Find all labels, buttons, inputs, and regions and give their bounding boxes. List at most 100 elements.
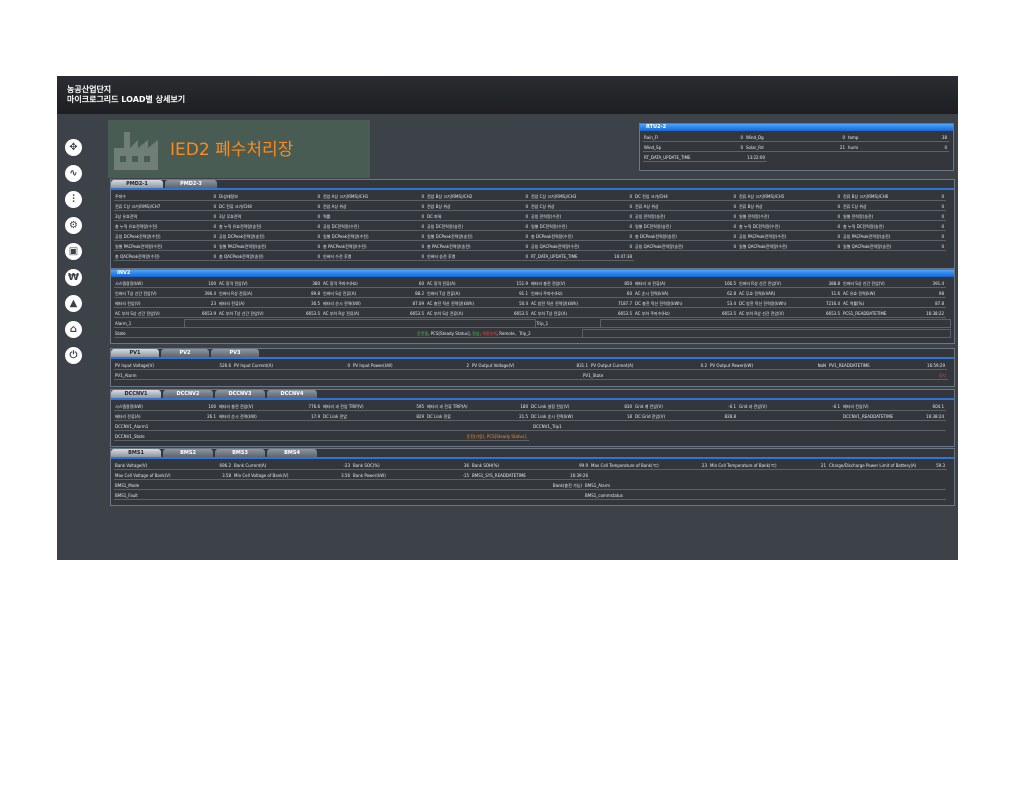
cell-value: 38 xyxy=(941,135,947,140)
cell-value: 16:38:22 xyxy=(926,311,944,316)
data-cell: 전류 A상 위상 0 xyxy=(634,202,738,211)
grid-row: RT_DATA_UPDATE_TIME 13:22:00 xyxy=(643,153,950,162)
cell-label: Grid 계 전압(V) xyxy=(635,404,663,409)
grid-row: 일별 PACPeak전력량(수전) 0 일별 PACPeak전력량(송전) 0 총 PA… xyxy=(114,242,951,251)
cell-label: 일별 DCPeak전력량(수전) xyxy=(323,234,369,239)
cell-label: 일별 전력량(수전) xyxy=(739,214,770,219)
data-cell: DC 전류 크기/CH8 0 xyxy=(218,202,322,211)
data-cell: 인버터 T상 전류(A) 91.1 xyxy=(426,289,530,298)
tab-dccnv4[interactable]: DCCNV4 xyxy=(267,390,317,398)
tab-pmd2-1[interactable]: PMD2-1 xyxy=(111,180,163,188)
inv-trip1-label: Trip_1 xyxy=(535,319,600,328)
grid-row: 인버터 T상 선간 전압(V) 396.4 인버터 R상 전류(A) 89.8 인버터 … xyxy=(114,289,951,298)
power-icon[interactable]: ⏻ xyxy=(65,347,82,364)
data-cell: AC 순시 전력(kVA) 62.8 xyxy=(634,289,738,298)
chart-bar-icon[interactable]: ▲ xyxy=(65,295,82,312)
sliders-icon[interactable]: ⫶ xyxy=(65,191,82,208)
data-cell: PV Input Power(kW) 2 xyxy=(352,361,471,370)
monitor-icon[interactable]: ▣ xyxy=(65,243,82,260)
grid-row: 주파수 0 Di상태정보 0 전압 A상 크기(RMS)/CH1 0 전압 B상 크기(RM… xyxy=(114,192,951,201)
tab-pv2[interactable]: PV2 xyxy=(161,349,209,357)
tab-bms3[interactable]: BMS3 xyxy=(215,449,265,457)
pmd-tabs: PMD2-1 PMD2-3 xyxy=(111,180,954,188)
data-cell: DC 파워 0 xyxy=(426,212,530,221)
data-cell: 인버터 S상 전류(A) 88.2 xyxy=(322,289,426,298)
tab-pv3[interactable]: PV3 xyxy=(211,349,259,357)
gamepad-icon[interactable]: ✥ xyxy=(65,139,82,156)
tab-dccnv3[interactable]: DCCNV3 xyxy=(215,390,265,398)
data-cell: AC 충전 적산 전력량(kWh) 50.4 xyxy=(426,299,530,308)
data-cell: 배터리 충전 전압(V) 850 xyxy=(530,279,634,288)
state-part: , Remote, xyxy=(496,331,516,336)
cell-label: 전압 B상 위상 xyxy=(427,204,451,209)
cell-label: 공칭 PACPeak전력량(수전) xyxy=(739,234,787,239)
data-cell: AC 정격 전압(V) 380 xyxy=(218,279,322,288)
cell-value: 776.6 xyxy=(308,404,320,409)
inv-alarm-value-text xyxy=(185,320,535,327)
data-cell: DC Link 설정 전압(V) 830 xyxy=(530,402,634,411)
cell-value: 16:38:24 xyxy=(926,414,944,419)
gear-icon[interactable]: ⚙ xyxy=(65,217,82,234)
tab-bms4[interactable]: BMS4 xyxy=(267,449,317,457)
tab-bms1[interactable]: BMS1 xyxy=(111,449,161,457)
data-cell: RT_DATA_UPDATE_TIME 13:22:00 xyxy=(643,153,767,162)
cell-value: 60 xyxy=(626,291,632,296)
data-cell: AC 유효 전력(kW) 98 xyxy=(842,289,946,298)
data-cell: 3상 유효전력 0 xyxy=(114,212,218,221)
tab-pmd2-3[interactable]: PMD2-3 xyxy=(165,180,217,188)
data-cell: 총 PACPeak전력량(송전) 0 xyxy=(426,242,530,251)
data-cell: 총 누적 유효전력량(수전) 0 xyxy=(114,222,218,231)
cell-label: AC 부하 R상 선간 전압(V) xyxy=(739,311,784,316)
cell-label: AC 부하 S상 전류(A) xyxy=(427,311,464,316)
cell-label: PV Input Voltage(V) xyxy=(115,363,154,368)
data-cell: 총 QACPeak전력량(송전) 0 xyxy=(218,252,322,261)
dccnv-state-text: 운전(가동), PCS[Steady Status], xyxy=(466,434,527,439)
data-cell: DC Grid 전압(V) 828.8 xyxy=(634,412,738,421)
tab-pv1[interactable]: PV1 xyxy=(111,349,159,357)
pv-panel: PV1 PV2 PV3 PV Input Voltage(V) 526.6 PV Inp… xyxy=(110,348,955,387)
cell-value: 0 xyxy=(941,224,944,229)
grid-row: 3상 유효전력 0 3상 무효전력 0 역률 0 DC 파워 0 공칭 전력량(수전) 0 공칭 전… xyxy=(114,212,951,221)
data-cell: 일별 DC전력량(송전) 0 xyxy=(634,222,738,231)
dccnv-tabs: DCCNV1 DCCNV2 DCCNV3 DCCNV4 xyxy=(111,390,954,398)
cell-value: 50.4 xyxy=(519,301,528,306)
data-cell: Max Cell Voltage of Bank(V) 3.58 xyxy=(114,471,233,480)
pv-alarm-text: PV1_Alarm xyxy=(115,373,137,378)
grid-row: AC 부하 S상 선간 전압(V) 6653.9 AC 부하 T상 선간 전압(V)… xyxy=(114,309,951,318)
cell-label: 총 누적 유효전력량(수전) xyxy=(115,224,158,229)
cell-label: 총 누적 DC전력량(송전) xyxy=(843,224,884,229)
cell-value: 7187.7 xyxy=(618,301,632,306)
dccnv-state-label: DCCNV1_State xyxy=(114,432,184,441)
tab-dccnv2[interactable]: DCCNV2 xyxy=(163,390,213,398)
tab-dccnv1[interactable]: DCCNV1 xyxy=(111,390,161,398)
inv-trip1-label-text: Trip_1 xyxy=(536,321,549,326)
cell-label: 일별 PACPeak전력량(송전) xyxy=(219,244,267,249)
cell-label: AC 정격 전압(V) xyxy=(219,281,248,286)
cell-label: 공칭 전력량(송전) xyxy=(635,214,666,219)
cell-value: 3.56 xyxy=(341,473,350,478)
won-currency-icon[interactable]: ₩ xyxy=(65,269,82,286)
tab-bms2[interactable]: BMS2 xyxy=(163,449,213,457)
pv-tabs: PV1 PV2 PV3 xyxy=(111,349,954,357)
grid-row: BMS1_Fault BMS1_commstatus xyxy=(114,491,951,500)
cell-label: AC 부하 T상 전류(A) xyxy=(531,311,567,316)
grid-row: Bank Voltage(V) 696.2 Bank Current(A) -23 Ba… xyxy=(114,461,951,470)
cell-label: RT_DATA_UPDATE_TIME xyxy=(644,155,691,160)
data-cell: PV1_READDATETIME 16:59:29 xyxy=(828,361,947,370)
pv-state-text: 정지 xyxy=(938,373,946,378)
data-cell: PV Output Power(kW) NaN xyxy=(709,361,828,370)
data-cell: RT_DATA_UPDATE_TIME 16:47:38 xyxy=(530,252,634,261)
data-cell: 일별 PACPeak전력량(송전) 0 xyxy=(218,242,322,251)
cell-value: 830 xyxy=(624,404,632,409)
pmd-grid: 주파수 0 Di상태정보 0 전압 A상 크기(RMS)/CH1 0 전압 B상 크기(RM… xyxy=(111,190,954,264)
factory-icon[interactable]: ⌂ xyxy=(65,321,82,338)
grid-row: Max Cell Voltage of Bank(V) 3.58 Min Cell … xyxy=(114,471,951,480)
data-cell: Wind_Dg 0 xyxy=(745,133,847,142)
cell-label: AC 충전 적산 전력량(kWh) xyxy=(427,301,474,306)
cell-label: 총 PACPeak전력량(송전) xyxy=(427,244,471,249)
data-cell: 공칭 전력량(송전) 0 xyxy=(634,212,738,221)
sidebar: ✥ ∿ ⫶ ⚙ ▣ ₩ ▲ ⌂ ⏻ xyxy=(65,139,85,373)
chart-line-icon[interactable]: ∿ xyxy=(65,165,82,182)
pv-state-label-text: PV1_State xyxy=(583,373,604,378)
data-cell: AC 부하 T상 선간 전압(V) 6653.5 xyxy=(218,309,322,318)
